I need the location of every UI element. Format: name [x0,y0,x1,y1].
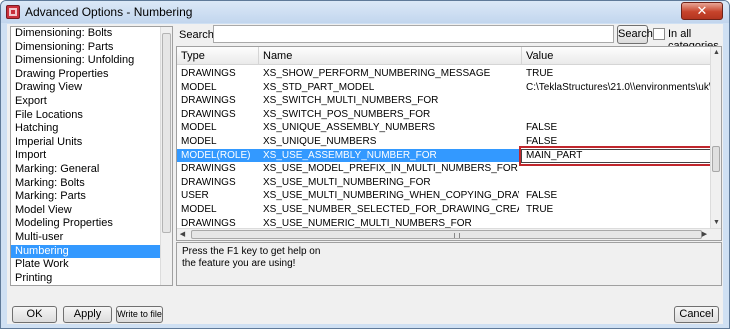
category-item[interactable]: Marking: Parts [11,190,161,204]
category-item[interactable]: Numbering [11,244,161,259]
row-type-cell: MODEL [181,203,217,215]
help-text-line2: the feature you are using! [182,258,296,269]
category-item[interactable]: Import [11,149,161,163]
table-row[interactable]: MODEL XS_STD_PART_MODEL C:\TeklaStructures… [177,81,711,95]
table-row[interactable]: DRAWINGS XS_SWITCH_MULTI_NUMBERS_FOR [177,94,711,108]
row-value-cell: TRUE [526,68,554,79]
table-row[interactable]: MODEL XS_UNIQUE_ASSEMBLY_NUMBERS FALSE [177,121,711,135]
ok-button[interactable]: OK [12,306,57,323]
row-name-cell: XS_USE_MULTI_NUMBERING_FOR [263,176,431,188]
grid-rows: DRAWINGS XS_SHOW_PERFORM_NUMBERING_MESSAG… [177,67,713,230]
scroll-up-icon[interactable]: ▲ [711,47,721,58]
table-row[interactable]: MODEL XS_USE_NUMBER_SELECTED_FOR_DRAWING_… [177,203,711,217]
write-to-file-button[interactable]: Write to file [116,306,163,323]
window-title: Advanced Options - Numbering [25,5,193,19]
table-row[interactable]: USER XS_USE_MULTI_NUMBERING_WHEN_COPYING_… [177,189,711,203]
row-type-cell: DRAWINGS [181,163,236,175]
row-type-cell: DRAWINGS [181,176,236,188]
row-name-cell: XS_UNIQUE_NUMBERS [263,135,377,147]
row-type-cell: DRAWINGS [181,108,236,120]
row-type-cell: MODEL [181,122,217,134]
category-item[interactable]: Marking: General [11,163,161,177]
row-type-cell: USER [181,190,209,202]
apply-button[interactable]: Apply [63,306,112,323]
row-value-cell [522,176,711,190]
row-type-cell: MODEL(ROLE) [177,148,259,163]
table-row[interactable]: DRAWINGS XS_USE_MODEL_PREFIX_IN_MULTI_NUM… [177,162,711,176]
row-value-cell [522,108,711,122]
row-value-cell: TRUE [526,203,554,215]
column-header-value[interactable]: Value [522,47,711,65]
advanced-options-window: Advanced Options - Numbering ✕ Dimension… [0,0,730,329]
row-type-cell: MODEL [181,81,217,93]
row-name-cell: XS_UNIQUE_ASSEMBLY_NUMBERS [263,122,436,134]
category-item[interactable]: Hatching [11,122,161,136]
grip-icon [454,233,460,238]
row-name-cell: XS_USE_NUMBER_SELECTED_FOR_DRAWING_CREAT… [263,203,519,215]
row-value-cell: FALSE [526,122,558,134]
row-name-cell: XS_STD_PART_MODEL [263,81,375,93]
dialog-body: Dimensioning: Bolts Dimensioning: Parts Di… [7,24,723,324]
help-text-line1: Press the F1 key to get help on [182,246,321,257]
category-item[interactable]: Dimensioning: Bolts [11,27,161,41]
search-label: Search [179,29,214,41]
row-value-cell [522,94,711,108]
table-row[interactable]: DRAWINGS XS_SHOW_PERFORM_NUMBERING_MESSAG… [177,67,711,81]
row-value-cell: FALSE [526,190,558,202]
row-type-cell: MODEL [181,135,217,147]
row-value-cell: MAIN_PART [526,149,583,161]
row-name-cell: XS_SWITCH_MULTI_NUMBERS_FOR [263,95,439,107]
row-type-cell: DRAWINGS [181,95,236,107]
row-name-cell: XS_SWITCH_POS_NUMBERS_FOR [263,108,431,120]
category-item[interactable]: Imperial Units [11,136,161,150]
table-row[interactable]: DRAWINGS XS_SWITCH_POS_NUMBERS_FOR [177,108,711,122]
column-header-name[interactable]: Name [259,47,522,65]
category-item[interactable]: Marking: Bolts [11,177,161,191]
category-item[interactable]: Dimensioning: Parts [11,41,161,55]
scroll-down-icon[interactable]: ▼ [711,217,721,228]
help-panel: Press the F1 key to get help on the feat… [176,242,722,286]
row-value-cell: C:\TeklaStructures\21.0\\environments\uk… [526,81,711,93]
scrollbar-thumb[interactable] [191,230,702,239]
row-name-cell: XS_SHOW_PERFORM_NUMBERING_MESSAGE [263,68,491,79]
scroll-right-icon[interactable]: ▶ [699,229,710,240]
category-item[interactable]: Plate Work [11,258,161,272]
scrollbar-thumb[interactable] [712,146,720,172]
grid-horizontal-scrollbar[interactable]: ◀ ▶ [177,228,721,240]
close-button[interactable]: ✕ [681,2,723,20]
column-header-type[interactable]: Type [177,47,259,65]
category-item[interactable]: Drawing View [11,81,161,95]
cancel-button[interactable]: Cancel [674,306,719,323]
scrollbar-thumb[interactable] [162,33,171,233]
table-row[interactable]: DRAWINGS XS_USE_MULTI_NUMBERING_FOR [177,176,711,190]
search-button[interactable]: Search [617,25,653,44]
table-row[interactable]: MODEL(ROLE) XS_USE_ASSEMBLY_NUMBER_FOR MAI… [177,145,713,166]
grid-vertical-scrollbar[interactable]: ▲ ▼ [710,47,721,228]
category-scrollbar[interactable] [160,27,172,285]
category-item[interactable]: Dimensioning: Unfolding [11,54,161,68]
tekla-app-icon [6,5,20,19]
category-item[interactable]: Export [11,95,161,109]
category-item[interactable]: Multi-user [11,231,161,245]
row-name-cell: XS_USE_MODEL_PREFIX_IN_MULTI_NUMBERS_FOR [263,163,518,175]
search-input[interactable] [213,25,614,43]
title-bar[interactable]: Advanced Options - Numbering ✕ [1,1,729,23]
scroll-left-icon[interactable]: ◀ [177,229,188,240]
category-list[interactable]: Dimensioning: Bolts Dimensioning: Parts Di… [10,26,173,286]
category-item[interactable]: Printing [11,272,161,285]
options-grid[interactable]: Type Name Value DRAWINGS XS_SHOW_PERFORM_… [176,46,722,241]
category-item[interactable]: Drawing Properties [11,68,161,82]
row-name-cell: XS_USE_MULTI_NUMBERING_WHEN_COPYING_DRAW… [263,190,519,202]
category-items: Dimensioning: Bolts Dimensioning: Parts Di… [11,27,161,285]
category-item[interactable]: Modeling Properties [11,217,161,231]
row-value-cell [522,162,711,176]
row-type-cell: DRAWINGS [181,68,236,79]
grid-header: Type Name Value [177,47,711,65]
category-item[interactable]: File Locations [11,109,161,123]
all-categories-checkbox[interactable] [653,28,665,40]
category-item[interactable]: Model View [11,204,161,218]
row-name-cell: XS_USE_ASSEMBLY_NUMBER_FOR [259,148,522,163]
